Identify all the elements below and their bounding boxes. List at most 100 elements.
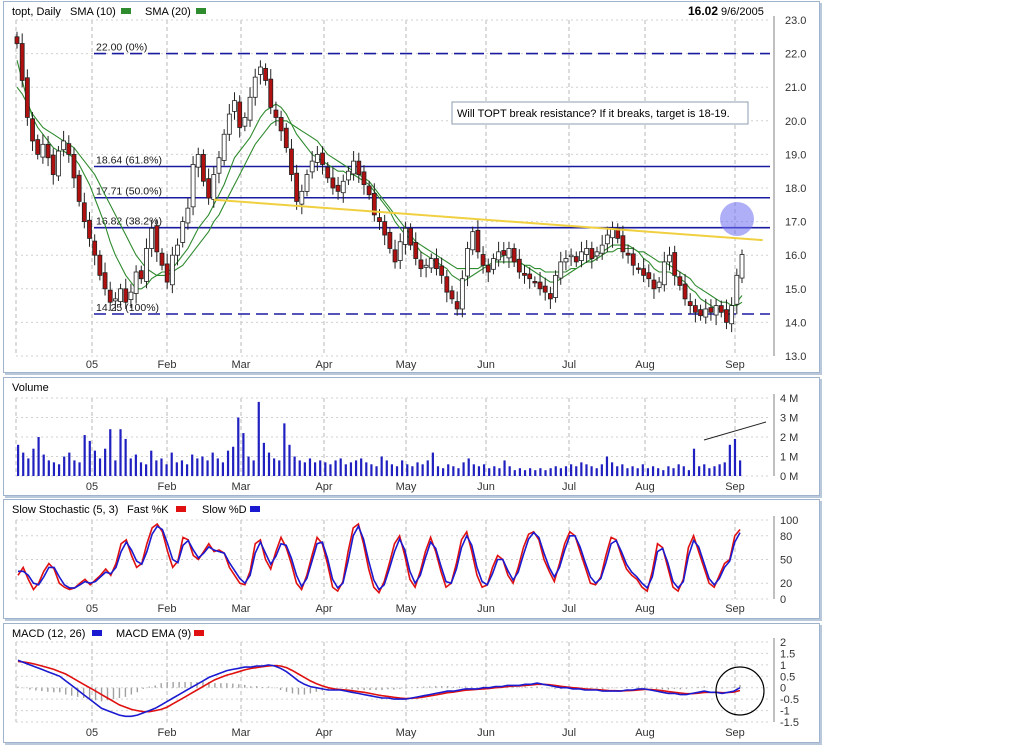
y-tick-label: 22.0 <box>785 49 806 61</box>
volume-bar <box>170 452 173 476</box>
x-tick-label: 05 <box>86 481 98 493</box>
x-tick-label: Apr <box>315 727 332 739</box>
y-tick-label: 18.0 <box>785 183 806 195</box>
x-tick-label: Jul <box>562 727 576 739</box>
candle <box>491 258 496 270</box>
volume-bar <box>406 464 409 476</box>
volume-bar <box>160 458 163 476</box>
candle <box>40 143 46 158</box>
volume-bar <box>559 468 562 476</box>
fast-k-label: Fast %K <box>127 504 169 516</box>
volume-bar <box>682 466 685 476</box>
volume-bar <box>370 464 373 476</box>
volume-bar <box>544 470 547 476</box>
volume-bar <box>319 460 322 476</box>
volume-bar <box>442 468 445 476</box>
candle <box>201 153 206 182</box>
x-tick-label: Aug <box>635 603 655 615</box>
candle <box>698 309 703 317</box>
candle <box>190 164 196 208</box>
x-tick-label: Aug <box>635 727 655 739</box>
price-chart: 22.00 (0%)18.64 (61.8%)17.71 (50.0%)16.8… <box>12 4 806 371</box>
candle <box>382 221 388 236</box>
volume-bar <box>175 462 178 476</box>
volume-bar <box>672 468 675 476</box>
x-tick-label: Feb <box>158 727 177 739</box>
volume-bar <box>380 456 383 476</box>
candle <box>667 254 672 263</box>
x-tick-label: Jun <box>477 359 495 371</box>
price-panel: 22.00 (0%) 18.64 (61.8%) 17.71 (50.0%) 16.8… <box>3 1 820 373</box>
volume-bar <box>610 462 614 476</box>
candle <box>252 76 258 98</box>
volume-bar <box>262 442 265 476</box>
volume-bar <box>739 460 742 476</box>
volume-bar <box>698 466 701 476</box>
volume-bar <box>508 466 511 476</box>
candle <box>268 78 274 108</box>
candle <box>480 254 486 266</box>
volume-bar <box>185 464 189 476</box>
candle <box>123 288 129 303</box>
candle <box>24 77 30 118</box>
candle <box>87 219 92 239</box>
candle <box>682 283 688 300</box>
volume-bar <box>114 460 117 476</box>
candle <box>195 153 201 168</box>
x-tick-label: Feb <box>158 359 177 371</box>
x-tick-label: Mar <box>232 603 251 615</box>
volume-bar <box>57 464 61 476</box>
y-tick-label: 0 M <box>780 471 798 483</box>
volume-bar <box>585 464 588 476</box>
volume-bar <box>354 460 358 476</box>
candle <box>501 250 507 256</box>
candle <box>325 166 331 179</box>
candle <box>356 160 362 175</box>
candle <box>71 153 77 179</box>
volume-bar <box>518 468 522 476</box>
slow-d-swatch <box>250 506 260 512</box>
candle <box>563 258 569 263</box>
volume-bar <box>344 464 347 476</box>
volume-bar <box>534 470 537 476</box>
volume-bar <box>334 460 337 476</box>
volume-bar <box>529 468 532 476</box>
volume-bar <box>513 470 516 476</box>
candle <box>630 253 636 266</box>
volume-bar <box>27 458 30 476</box>
candle <box>599 244 605 254</box>
volume-bar <box>257 401 260 476</box>
candle <box>558 261 564 279</box>
candle <box>568 254 574 258</box>
candle <box>242 117 248 127</box>
candle <box>449 290 455 300</box>
candle <box>413 242 419 259</box>
volume-bar <box>221 462 225 476</box>
x-tick-label: Mar <box>232 359 251 371</box>
volume-bar <box>88 440 91 476</box>
volume-bar <box>390 464 394 476</box>
y-tick-label: 15.0 <box>785 284 806 296</box>
candle <box>532 281 538 284</box>
y-tick-label: 0 <box>780 683 786 695</box>
candle <box>107 289 113 303</box>
volume-bar <box>119 429 122 476</box>
y-tick-label: 20.0 <box>785 116 806 128</box>
candle <box>377 217 382 222</box>
symbol-label: topt, Daily <box>12 6 61 18</box>
candle <box>102 272 108 290</box>
volume-bar <box>493 466 496 476</box>
macd-chart: 21.510.50-0.5-1-1.5 05 Feb Mar Apr May Jun Jul A… <box>12 628 799 739</box>
candle <box>594 251 600 257</box>
candle <box>340 180 346 194</box>
y-tick-label: 16.0 <box>785 250 806 262</box>
y-tick-label: 20 <box>780 578 792 590</box>
x-tick-label: Jul <box>562 481 576 493</box>
volume-bar <box>651 466 655 476</box>
candle <box>724 309 729 323</box>
volume-bar <box>267 452 271 476</box>
x-tick-label: Sep <box>725 481 745 493</box>
candle <box>527 273 533 280</box>
volume-bar <box>411 466 414 476</box>
volume-bar <box>426 460 429 476</box>
